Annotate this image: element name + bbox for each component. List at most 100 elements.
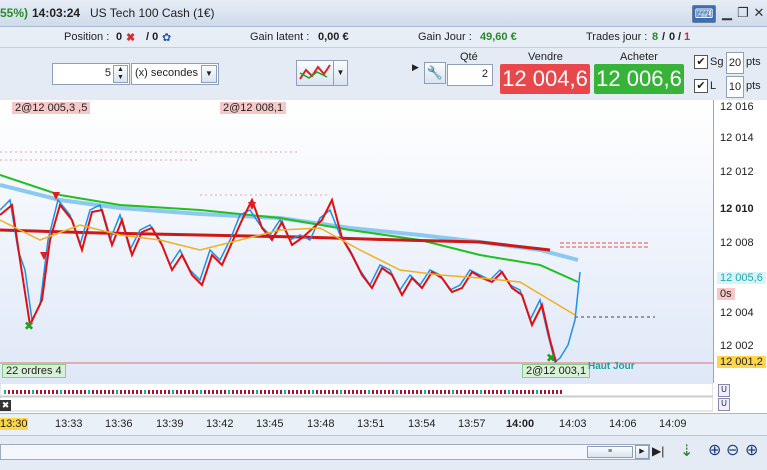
volume-bar — [520, 390, 522, 394]
volume-bar — [276, 390, 278, 394]
volume-bar — [4, 390, 6, 394]
price-axis[interactable]: 12 016 12 014 12 012 12 010 12 008 12 00… — [713, 100, 767, 383]
volume-bar — [212, 390, 214, 394]
volume-bar — [536, 390, 538, 394]
price-chart-canvas: ✖ ✖ — [0, 151, 713, 365]
keyboard-icon[interactable]: ⌨ — [692, 5, 716, 23]
chevron-down-icon[interactable]: ▼ — [333, 60, 348, 86]
volume-bar — [320, 390, 322, 394]
volume-bar — [548, 390, 550, 394]
close-button[interactable]: ✕ — [751, 5, 767, 21]
stepper-arrows-icon[interactable]: ▲ ▼ — [113, 65, 128, 83]
zoom-out-icon[interactable]: ⊖ — [726, 440, 739, 460]
scrollbar-thumb[interactable]: ≡ — [587, 446, 633, 458]
volume-bar — [164, 390, 166, 394]
volume-bar — [272, 390, 274, 394]
volume-bar — [384, 390, 386, 394]
day-gain-label: Gain Jour : — [418, 31, 472, 43]
orders-tag[interactable]: 22 ordres 4 — [2, 364, 66, 378]
close-position-icon[interactable]: ✖ — [126, 31, 135, 44]
order-tag[interactable]: 2@12 005,3 ,5 — [12, 102, 91, 114]
volume-bar — [96, 390, 98, 394]
toolbar: 5 ▲ ▼ (x) secondes ▼ ▼ ▶ 🔧 Qté 2 Vendre 1… — [0, 48, 767, 101]
volume-bar — [368, 390, 370, 394]
zoom-in-icon[interactable]: ⊕ — [745, 440, 758, 460]
autoscroll-icon[interactable]: ⇣ — [680, 441, 693, 461]
panel-scale-icon[interactable]: U — [718, 384, 730, 397]
volume-bar — [192, 390, 194, 394]
volume-bar — [44, 390, 46, 394]
time-tick: 13:45 — [256, 418, 284, 430]
volume-bar — [168, 390, 170, 394]
volume-bar — [464, 390, 466, 394]
time-tick: 13:33 — [55, 418, 83, 430]
qty-field[interactable]: 2 — [447, 64, 493, 86]
collapse-arrow-icon[interactable]: ▶ — [412, 62, 419, 73]
time-tick: 13:42 — [206, 418, 234, 430]
minimize-button[interactable]: ▁ — [719, 5, 735, 21]
y-tick: 12 016 — [720, 101, 754, 113]
volume-bar — [220, 390, 222, 394]
volume-bar — [128, 390, 130, 394]
trades-won: 8 — [652, 31, 659, 43]
sg-field[interactable]: 20 — [726, 52, 744, 74]
wrench-icon[interactable]: 🔧 — [424, 62, 446, 84]
l-field[interactable]: 10 — [726, 76, 744, 98]
volume-bar — [380, 390, 382, 394]
indicator-chart-icon[interactable] — [296, 60, 334, 86]
settings-icon[interactable]: ✿ — [162, 31, 171, 44]
volume-bar — [132, 390, 134, 394]
chevron-down-icon[interactable]: ▼ — [201, 65, 217, 83]
indicator-panel[interactable]: ✖ U U — [0, 383, 767, 413]
price-chart[interactable]: ✖ ✖ 2@12 005,3 ,5 2@12 008,1 22 ordres 4… — [0, 100, 713, 383]
sg-checkbox[interactable]: ✔ — [694, 55, 708, 69]
sell-button[interactable]: 12 004,6 — [500, 64, 590, 94]
volume-bar — [404, 390, 406, 394]
volume-bar — [24, 390, 26, 394]
volume-bar — [496, 390, 498, 394]
interval-unit-select[interactable]: (x) secondes ▼ — [131, 63, 219, 85]
volume-bar — [76, 390, 78, 394]
y-tick: 12 004 — [720, 307, 754, 319]
order-tag[interactable]: 2@12 003,1 — [522, 364, 591, 378]
order-tag[interactable]: 2@12 008,1 — [220, 102, 287, 114]
latent-value: 0,00 € — [318, 31, 349, 43]
volume-bar — [152, 390, 154, 394]
time-axis[interactable]: 13:30 13:33 13:36 13:39 13:42 13:45 13:4… — [0, 413, 767, 436]
volume-bar — [308, 390, 310, 394]
volume-bar — [556, 390, 558, 394]
volume-bar — [120, 390, 122, 394]
l-unit: pts — [746, 80, 761, 92]
volume-bar — [292, 390, 294, 394]
panel-scale-icon[interactable]: U — [718, 398, 730, 411]
volume-bar — [32, 390, 34, 394]
zoom-fit-icon[interactable]: ⊕ — [708, 440, 721, 460]
volume-bar — [52, 390, 54, 394]
volume-bar — [364, 390, 366, 394]
volume-bar — [400, 390, 402, 394]
volume-bar — [260, 390, 262, 394]
volume-bar — [144, 390, 146, 394]
volume-bar — [104, 390, 106, 394]
volume-bar — [256, 390, 258, 394]
restore-button[interactable]: ❐ — [735, 5, 751, 21]
scroll-right-icon[interactable]: ▶ — [635, 445, 649, 459]
close-panel-icon[interactable]: ✖ — [0, 400, 11, 411]
trades-neutral: 0 — [669, 31, 676, 43]
scroll-end-icon[interactable]: ▶| — [652, 444, 664, 458]
volume-bar — [60, 390, 62, 394]
volume-bar — [416, 390, 418, 394]
title-time: 14:03:24 — [32, 6, 81, 20]
volume-bar — [108, 390, 110, 394]
volume-bar — [540, 390, 542, 394]
volume-bar — [528, 390, 530, 394]
volume-bar — [124, 390, 126, 394]
time-tick: 13:36 — [105, 418, 133, 430]
volume-bar — [100, 390, 102, 394]
interval-stepper[interactable]: 5 ▲ ▼ — [52, 63, 130, 85]
l-checkbox[interactable]: ✔ — [694, 79, 708, 93]
volume-bar — [560, 390, 562, 394]
horizontal-scrollbar[interactable]: ≡ ▶ — [0, 444, 650, 460]
trades-lost: 1 — [684, 31, 691, 43]
buy-button[interactable]: 12 006,6 — [594, 64, 684, 94]
